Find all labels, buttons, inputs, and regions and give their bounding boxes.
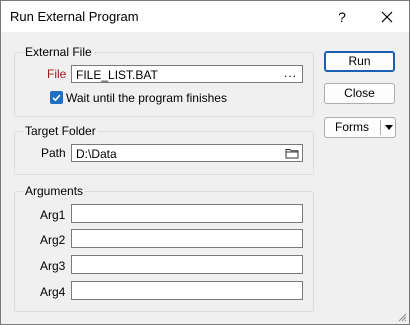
run-external-program-dialog: Run External Program ? External File Fil… [0,0,410,325]
file-field[interactable]: FILE_LIST.BAT ... [71,65,303,83]
arg2-field[interactable] [71,229,303,248]
chevron-down-icon [384,125,393,130]
close-window-button[interactable] [372,1,402,32]
external-file-legend: External File [23,45,94,59]
arg3-label: Arg3 [40,259,66,273]
arg4-field[interactable] [71,281,303,300]
arg3-field[interactable] [71,255,303,274]
browse-file-button[interactable]: ... [284,66,297,80]
arguments-legend: Arguments [23,184,86,198]
path-field[interactable]: D:\Data [71,144,303,162]
forms-dropdown-button[interactable] [381,118,396,137]
arg1-label: Arg1 [40,208,66,222]
window-title: Run External Program [10,9,139,24]
file-label: File [47,67,67,81]
arguments-group: Arguments Arg1 Arg2 Arg3 Arg4 [14,184,314,312]
forms-split-button[interactable]: Forms [324,117,396,138]
file-value: FILE_LIST.BAT [76,68,158,82]
checkmark-icon [52,94,61,102]
close-button[interactable]: Close [324,83,395,104]
arg2-label: Arg2 [40,233,66,247]
run-button[interactable]: Run [324,51,395,72]
wait-checkbox[interactable] [50,91,63,104]
help-button[interactable]: ? [327,1,357,32]
help-icon: ? [338,8,346,25]
arg1-field[interactable] [71,204,303,223]
forms-button[interactable]: Forms [325,118,379,137]
resize-grip-icon[interactable] [397,312,407,322]
external-file-group: External File File FILE_LIST.BAT ... Wai… [14,45,314,117]
wait-label[interactable]: Wait until the program finishes [66,91,227,105]
target-folder-legend: Target Folder [23,124,98,138]
path-label: Path [41,146,66,160]
target-folder-group: Target Folder Path D:\Data [14,124,314,175]
close-icon [381,11,393,22]
folder-browse-icon[interactable] [285,147,299,159]
title-bar: Run External Program ? [1,1,409,32]
arg4-label: Arg4 [40,285,66,299]
path-value: D:\Data [76,147,117,161]
